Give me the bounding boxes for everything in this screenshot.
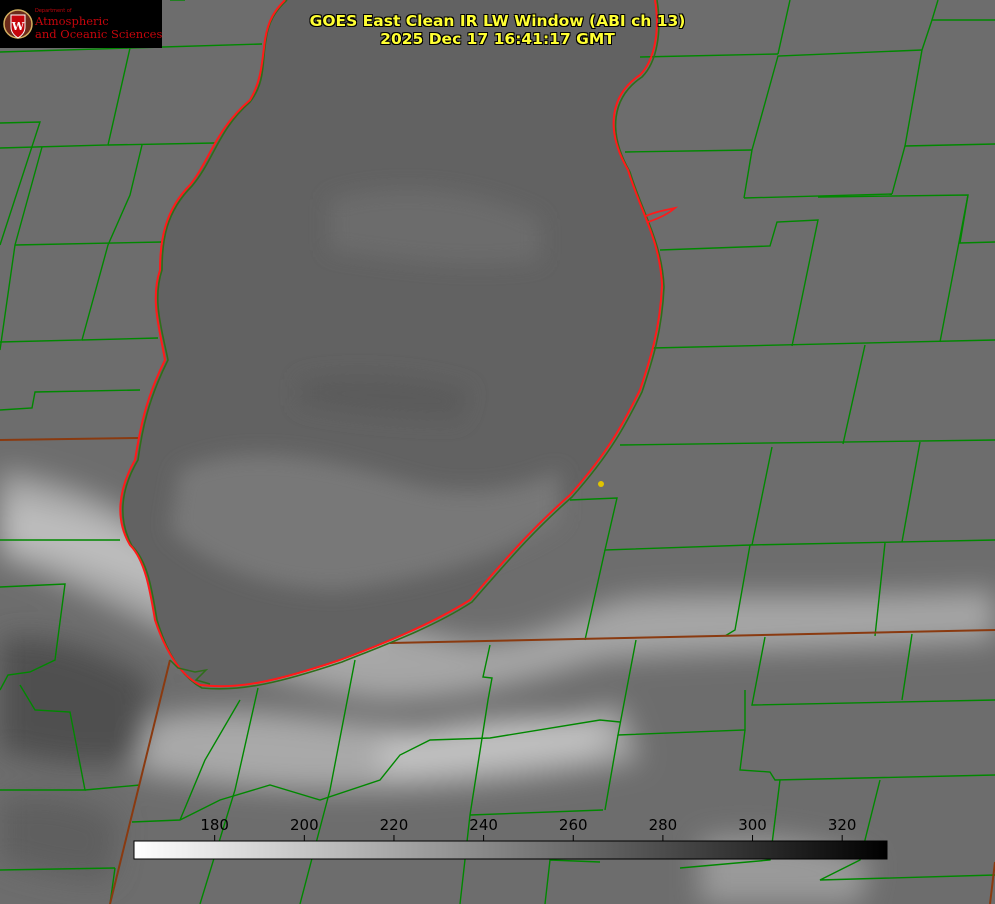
image-title: GOES East Clean IR LW Window (ABI ch 13)… xyxy=(0,12,995,48)
title-timestamp: 2025 Dec 17 16:41:17 GMT xyxy=(380,30,615,48)
colorbar-tick-label: 280 xyxy=(649,816,678,834)
title-product: GOES East Clean IR LW Window (ABI ch 13) xyxy=(309,12,686,30)
satellite-map: 180 200 220 240 260 280 300 320 xyxy=(0,0,995,904)
colorbar-tick-label: 260 xyxy=(559,816,588,834)
colorbar-tick-label: 320 xyxy=(828,816,857,834)
colorbar xyxy=(133,840,888,860)
colorbar-tick-label: 240 xyxy=(469,816,498,834)
station-marker xyxy=(598,481,604,487)
colorbar-tick-label: 220 xyxy=(380,816,409,834)
colorbar-tick-label: 180 xyxy=(200,816,229,834)
colorbar-tick-label: 200 xyxy=(290,816,319,834)
colorbar-tick-label: 300 xyxy=(738,816,767,834)
satellite-image-viewer: 180 200 220 240 260 280 300 320 W Department of… xyxy=(0,0,995,904)
